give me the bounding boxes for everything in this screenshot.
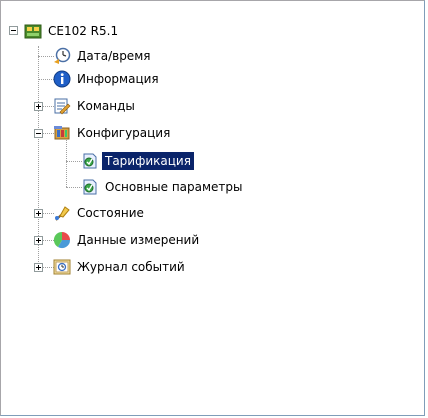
tree-node-tariffication[interactable]: Тарификация [81, 148, 194, 174]
event-log-icon [53, 258, 71, 276]
tree-line [38, 56, 54, 57]
tree-node-information[interactable]: Информация [53, 66, 162, 92]
measurements-icon [53, 231, 71, 249]
tree-node-configuration[interactable]: Конфигурация [53, 120, 173, 146]
expand-event-log-toggle[interactable] [34, 263, 43, 272]
tree-node-label: Данные измерений [77, 233, 200, 247]
config-icon [53, 124, 71, 142]
settings-leaf-icon [81, 152, 99, 170]
tree-node-label: Информация [77, 72, 159, 86]
tree-node-event-log[interactable]: Журнал событий [53, 254, 188, 280]
tree-node-commands[interactable]: Команды [53, 93, 138, 119]
tree-line [38, 79, 54, 80]
tree-node-label: CE102 R5.1 [48, 24, 119, 38]
tree-node-main-parameters[interactable]: Основные параметры [81, 174, 246, 200]
tree-node-measurements[interactable]: Данные измерений [53, 227, 202, 253]
tree-node-label: Основные параметры [105, 180, 243, 194]
tree-line [66, 161, 82, 162]
collapse-root-toggle[interactable] [9, 26, 18, 35]
commands-icon [53, 97, 71, 115]
tree-node-root[interactable]: CE102 R5.1 [24, 18, 121, 44]
device-icon [24, 22, 42, 40]
tree-node-label: Журнал событий [77, 260, 185, 274]
expand-commands-toggle[interactable] [34, 102, 43, 111]
tree-line [66, 187, 82, 188]
tree-node-state[interactable]: Состояние [53, 200, 147, 226]
tree-node-label: Команды [77, 99, 135, 113]
collapse-config-toggle[interactable] [34, 129, 43, 138]
settings-leaf-icon [81, 178, 99, 196]
expand-measurements-toggle[interactable] [34, 236, 43, 245]
info-icon [53, 70, 71, 88]
tree-node-label: Состояние [77, 206, 144, 220]
tree-view[interactable]: CE102 R5.1 Дата/время Информация Команды… [0, 0, 425, 416]
tree-node-label: Тарификация [102, 152, 194, 170]
state-icon [53, 204, 71, 222]
clock-icon [53, 47, 71, 65]
expand-state-toggle[interactable] [34, 209, 43, 218]
tree-node-label: Дата/время [77, 49, 151, 63]
tree-node-label: Конфигурация [77, 126, 171, 140]
